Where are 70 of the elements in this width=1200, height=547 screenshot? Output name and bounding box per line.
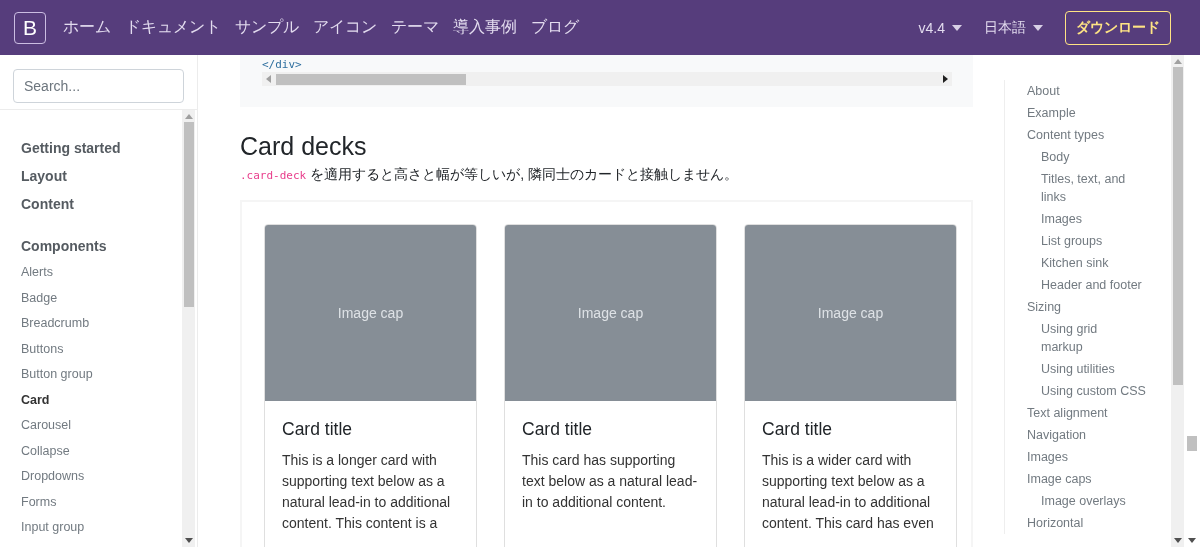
toc-link[interactable]: Using custom CSS <box>1041 380 1151 402</box>
up-arrow-icon[interactable] <box>1173 58 1182 64</box>
brand-logo[interactable]: B <box>14 11 46 44</box>
sidebar-section[interactable]: Content <box>21 190 182 218</box>
scrollbar[interactable] <box>182 110 195 547</box>
card-title: Card title <box>762 419 834 440</box>
card-text: This card has supporting text below as a natural lead-in to additional content. <box>522 451 699 512</box>
image-caption: Image cap <box>817 305 884 321</box>
inline-code: .card-deck <box>240 169 307 182</box>
section-title: Card decks <box>240 131 368 161</box>
card-title: Card title <box>522 419 594 440</box>
down-arrow-icon[interactable] <box>184 538 193 544</box>
toc-link[interactable]: About <box>1027 80 1171 102</box>
toc-link[interactable]: Text alignment <box>1027 402 1171 424</box>
toc-link[interactable]: Example <box>1027 102 1171 124</box>
sidebar-item[interactable]: Carousel <box>21 413 182 439</box>
search-field[interactable]: Search... <box>13 69 184 103</box>
toc-link[interactable]: Titles, text, and links <box>1041 168 1141 208</box>
nav-link[interactable]: ホーム <box>56 17 118 38</box>
toc-link[interactable]: Navigation <box>1027 424 1171 446</box>
sidebar-item[interactable]: Buttons <box>21 336 182 362</box>
left-arrow-icon[interactable] <box>265 75 271 83</box>
toc-link[interactable]: Sizing <box>1027 296 1171 318</box>
toc-link[interactable]: Body <box>1041 146 1141 168</box>
scrollbar-thumb[interactable] <box>1186 436 1197 451</box>
toc-link[interactable]: Image overlays <box>1041 490 1151 512</box>
nav-link[interactable]: ドキュメント <box>118 17 228 38</box>
image-caption: Image cap <box>577 305 644 321</box>
caret-icon <box>952 24 962 31</box>
nav-link[interactable]: 導入事例 <box>446 17 524 38</box>
sidebar-item[interactable]: Breadcrumb <box>21 311 182 337</box>
sidebar-item[interactable]: Alerts <box>21 260 182 286</box>
toc-link[interactable]: Horizontal <box>1027 512 1171 534</box>
nav-link[interactable]: テーマ <box>384 17 446 38</box>
sidebar-item[interactable]: Card <box>21 387 182 413</box>
sidebar-section[interactable]: Layout <box>21 162 182 190</box>
toc-link[interactable]: Header and footer <box>1041 274 1151 296</box>
sidebar-item[interactable]: Collapse <box>21 438 182 464</box>
code-text: </div> <box>262 58 303 72</box>
toc-link[interactable]: Content types <box>1027 124 1171 146</box>
card-text: This is a longer card with supporting text below as a natural lead-in to additional content. This content is a <box>282 451 452 533</box>
sidebar-item[interactable]: Dropdowns <box>21 464 182 490</box>
scrollbar[interactable] <box>1171 55 1184 547</box>
up-arrow-icon[interactable] <box>184 113 193 119</box>
caret-icon <box>1033 24 1043 31</box>
sidebar-item[interactable]: Forms <box>21 489 182 515</box>
card-text: This is a wider card with supporting text below as a natural lead-in to additional content. This card has even <box>762 451 935 533</box>
toc-link[interactable]: Images <box>1027 446 1171 468</box>
image-caption: Image cap <box>337 305 404 321</box>
nav-dropdown[interactable]: 日本語 <box>984 18 1043 37</box>
toc-link[interactable]: Images <box>1041 208 1141 230</box>
sidebar-section[interactable]: Getting started <box>21 134 182 162</box>
sidebar-item[interactable]: Input group <box>21 515 182 541</box>
toc-link[interactable]: List groups <box>1041 230 1141 252</box>
nav-link[interactable]: サンプル <box>228 17 306 38</box>
download-button[interactable]: ダウンロード <box>1065 10 1171 45</box>
right-arrow-icon[interactable] <box>943 75 949 83</box>
sidebar-item[interactable]: Button group <box>21 362 182 388</box>
nav-link[interactable]: アイコン <box>306 17 384 38</box>
toc-link[interactable]: Image caps <box>1027 468 1171 490</box>
toc-link[interactable]: Kitchen sink <box>1041 252 1141 274</box>
description-text: を適用すると高さと幅が等しいが, 隣同士のカードと接触しません。 <box>310 166 738 182</box>
nav-link[interactable]: ブログ <box>524 17 586 38</box>
sidebar-item[interactable]: Badge <box>21 285 182 311</box>
horizontal-scrollbar[interactable] <box>262 72 952 86</box>
toc-link[interactable]: Using grid markup <box>1041 318 1141 358</box>
sidebar-section[interactable]: Components <box>21 232 182 260</box>
card-title: Card title <box>282 419 354 440</box>
toc-link[interactable]: Using utilities <box>1041 358 1141 380</box>
nav-dropdown[interactable]: v4.4 <box>918 19 962 36</box>
